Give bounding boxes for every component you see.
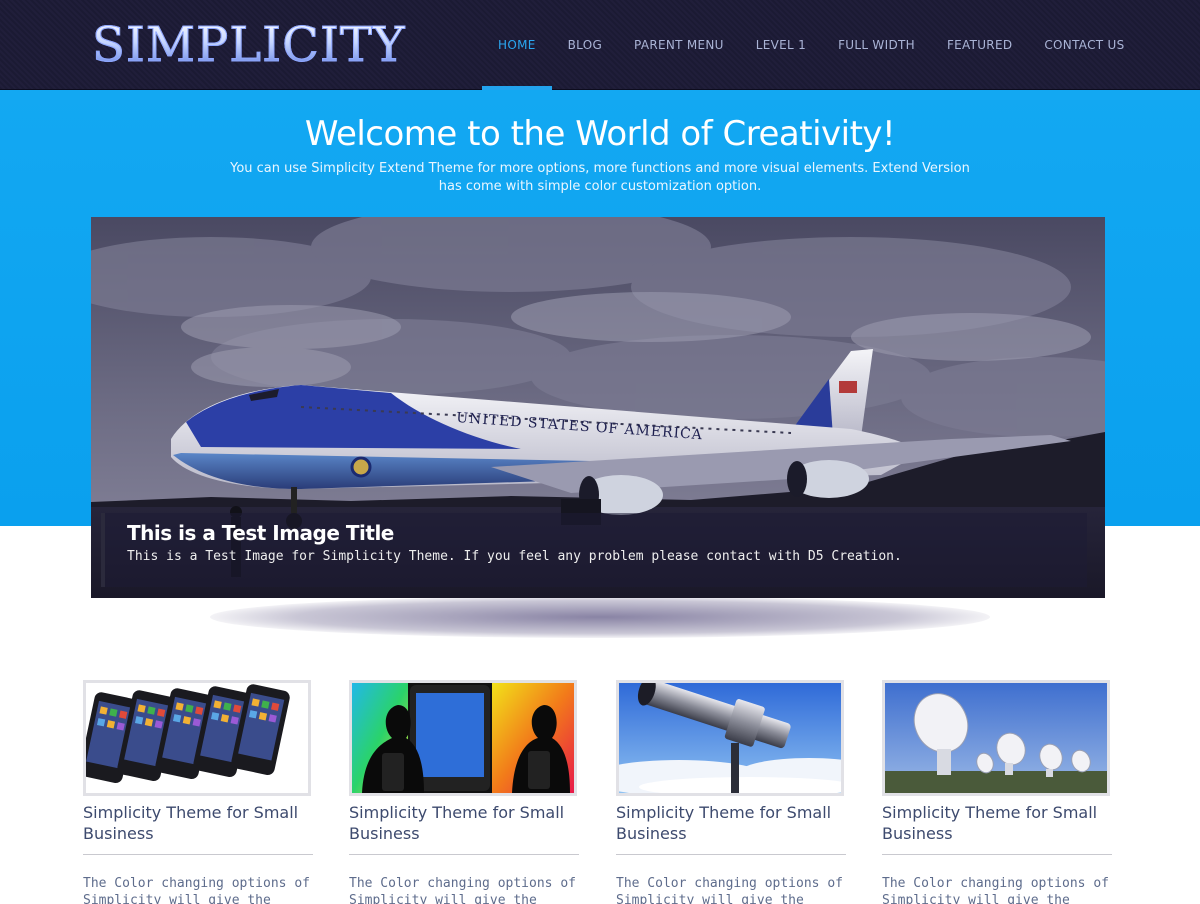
site-header: SIMPLICITY HOME BLOG PARENT MENU LEVEL 1… (0, 0, 1200, 90)
feature-card: Simplicity Theme for Small Business The … (882, 680, 1114, 904)
site-logo[interactable]: SIMPLICITY (92, 18, 406, 73)
feature-thumb[interactable] (882, 680, 1110, 796)
telescope-image (619, 683, 841, 793)
nav-item-parent-menu[interactable]: PARENT MENU (618, 0, 740, 90)
feature-divider (349, 854, 579, 855)
nav-item-featured[interactable]: FEATURED (931, 0, 1028, 90)
silhouettes-phones-image (352, 683, 574, 793)
feature-title[interactable]: Simplicity Theme for Small Business (83, 802, 315, 844)
feature-divider (882, 854, 1112, 855)
feature-card: Simplicity Theme for Small Business The … (616, 680, 848, 904)
nav-item-full-width[interactable]: FULL WIDTH (822, 0, 931, 90)
caption-title: This is a Test Image Title (127, 521, 394, 545)
feature-thumb[interactable] (616, 680, 844, 796)
feature-title[interactable]: Simplicity Theme for Small Business (882, 802, 1114, 844)
feature-title[interactable]: Simplicity Theme for Small Business (349, 802, 581, 844)
smartphones-image (86, 683, 308, 793)
hero-subtitle: You can use Simplicity Extend Theme for … (230, 161, 970, 194)
feature-divider (83, 854, 313, 855)
feature-thumb[interactable] (349, 680, 577, 796)
feature-card: Simplicity Theme for Small Business The … (349, 680, 581, 904)
feature-card: Simplicity Theme for Small Business The … (83, 680, 315, 904)
caption-text: This is a Test Image for Simplicity Them… (127, 549, 902, 564)
nav-item-home[interactable]: HOME (482, 0, 552, 90)
feature-divider (616, 854, 846, 855)
nav-item-level-1[interactable]: LEVEL 1 (740, 0, 822, 90)
feature-text: The Color changing options of Simplicity… (882, 876, 1109, 904)
feature-thumb[interactable] (83, 680, 311, 796)
main-nav: HOME BLOG PARENT MENU LEVEL 1 FULL WIDTH… (482, 0, 1141, 90)
slider-shadow (210, 596, 990, 638)
satellite-dishes-image (885, 683, 1107, 793)
feature-title[interactable]: Simplicity Theme for Small Business (616, 802, 848, 844)
feature-text: The Color changing options of Simplicity… (83, 876, 310, 904)
image-slider[interactable]: UNITED STATES OF AMERICA This is a Test … (91, 217, 1105, 598)
nav-item-contact-us[interactable]: CONTACT US (1028, 0, 1140, 90)
feature-text: The Color changing options of Simplicity… (616, 876, 843, 904)
slider-caption: This is a Test Image Title This is a Tes… (101, 513, 1087, 587)
nav-item-blog[interactable]: BLOG (552, 0, 618, 90)
hero-title: Welcome to the World of Creativity! (304, 114, 896, 154)
feature-text: The Color changing options of Simplicity… (349, 876, 576, 904)
